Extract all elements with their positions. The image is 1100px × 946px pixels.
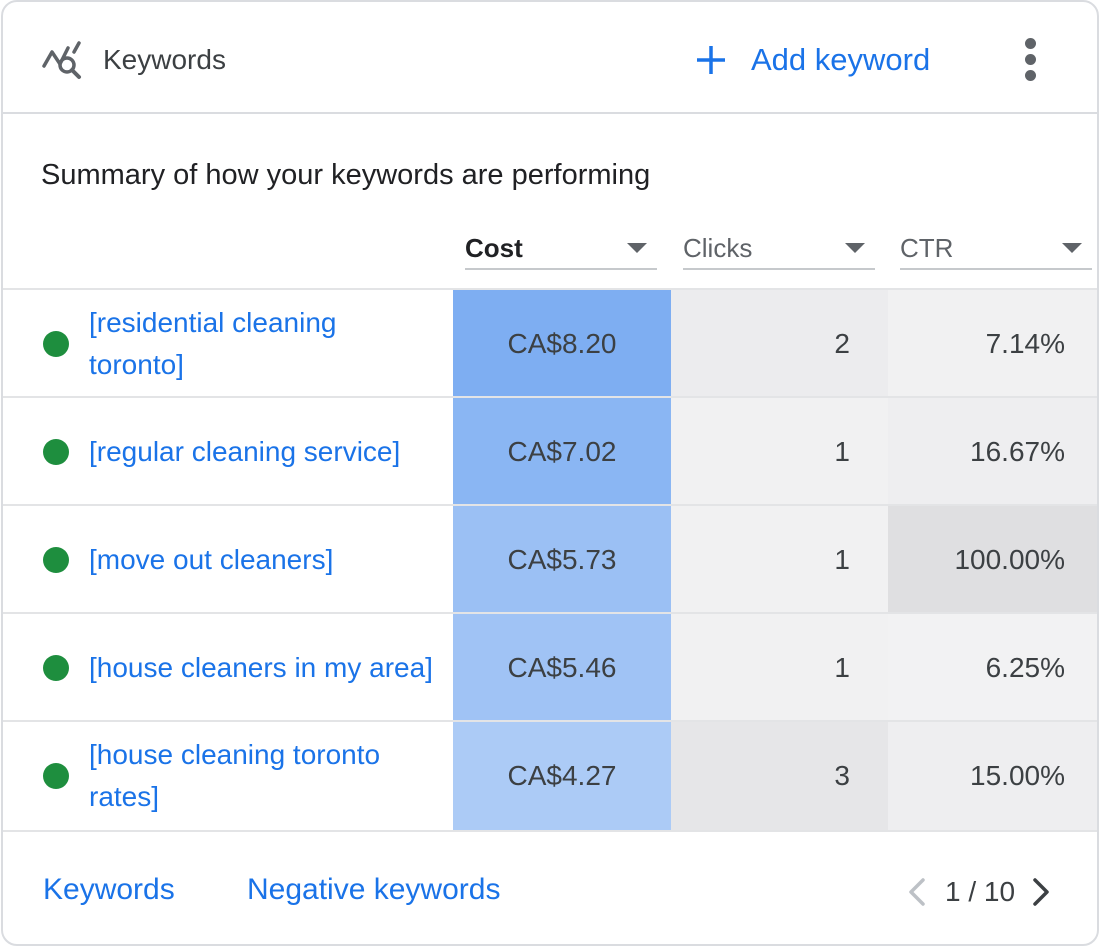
chevron-right-icon[interactable] <box>1029 874 1053 910</box>
page-indicator: 1 / 10 <box>945 876 1016 907</box>
column-header-cost[interactable]: Cost <box>465 228 657 270</box>
more-options-button[interactable] <box>1019 36 1043 82</box>
keyword-link[interactable]: [move out cleaners] <box>89 518 439 602</box>
column-label-ctr: CTR <box>900 232 954 263</box>
column-label-clicks: Clicks <box>683 232 753 263</box>
column-label-cost: Cost <box>465 232 523 263</box>
more-vert-icon <box>1025 38 1036 49</box>
negative-keywords-tab-link[interactable]: Negative keywords <box>247 872 500 908</box>
table-row: [regular cleaning service] CA$7.02 1 16.… <box>3 396 1097 506</box>
table-bottom-divider <box>3 830 1097 832</box>
plus-icon <box>697 46 725 74</box>
ctr-cell: 7.14% <box>888 290 1097 398</box>
add-keyword-label: Add keyword <box>751 42 931 77</box>
table-row: [residential cleaning toronto] CA$8.20 2… <box>3 288 1097 398</box>
clicks-cell: 1 <box>671 506 888 614</box>
ctr-cell: 15.00% <box>888 722 1097 830</box>
keyword-link[interactable]: [house cleaners in my area] <box>89 626 439 710</box>
cost-cell: CA$8.20 <box>453 290 671 398</box>
keyword-link[interactable]: [regular cleaning service] <box>89 410 439 494</box>
clicks-cell: 3 <box>671 722 888 830</box>
ctr-cell: 100.00% <box>888 506 1097 614</box>
clicks-cell: 1 <box>671 614 888 722</box>
status-enabled-icon <box>43 331 69 357</box>
pagination: 1 / 10 <box>905 872 1053 912</box>
status-enabled-icon <box>43 763 69 789</box>
cost-cell: CA$5.46 <box>453 614 671 722</box>
table-row: [house cleaning toronto rates] CA$4.27 3… <box>3 720 1097 830</box>
add-keyword-button[interactable]: Add keyword <box>695 38 930 82</box>
dropdown-caret-icon <box>845 243 865 253</box>
summary-text: Summary of how your keywords are perform… <box>41 159 651 191</box>
keyword-search-icon <box>42 41 81 79</box>
clicks-cell: 1 <box>671 398 888 506</box>
ctr-cell: 6.25% <box>888 614 1097 722</box>
table-row: [house cleaners in my area] CA$5.46 1 6.… <box>3 612 1097 722</box>
more-vert-icon-dot <box>1025 54 1036 65</box>
status-enabled-icon <box>43 439 69 465</box>
keyword-link[interactable]: [house cleaning toronto rates] <box>89 734 439 818</box>
column-header-ctr[interactable]: CTR <box>900 228 1092 270</box>
card-header: Keywords Add keyword <box>3 2 1097 114</box>
clicks-cell: 2 <box>671 290 888 398</box>
dropdown-caret-icon <box>1062 243 1082 253</box>
card-title: Keywords <box>103 44 226 75</box>
chevron-left-icon[interactable] <box>905 874 929 910</box>
cost-cell: CA$5.73 <box>453 506 671 614</box>
status-enabled-icon <box>43 547 69 573</box>
table-row: [move out cleaners] CA$5.73 1 100.00% <box>3 504 1097 614</box>
ctr-cell: 16.67% <box>888 398 1097 506</box>
keywords-card: Keywords Add keyword Summary of how your… <box>1 0 1099 946</box>
keyword-link[interactable]: [residential cleaning toronto] <box>89 302 439 386</box>
more-vert-icon-dot <box>1025 70 1036 81</box>
dropdown-caret-icon <box>627 243 647 253</box>
column-header-clicks[interactable]: Clicks <box>683 228 875 270</box>
cost-cell: CA$7.02 <box>453 398 671 506</box>
keywords-tab-link[interactable]: Keywords <box>43 872 175 908</box>
cost-cell: CA$4.27 <box>453 722 671 830</box>
status-enabled-icon <box>43 655 69 681</box>
